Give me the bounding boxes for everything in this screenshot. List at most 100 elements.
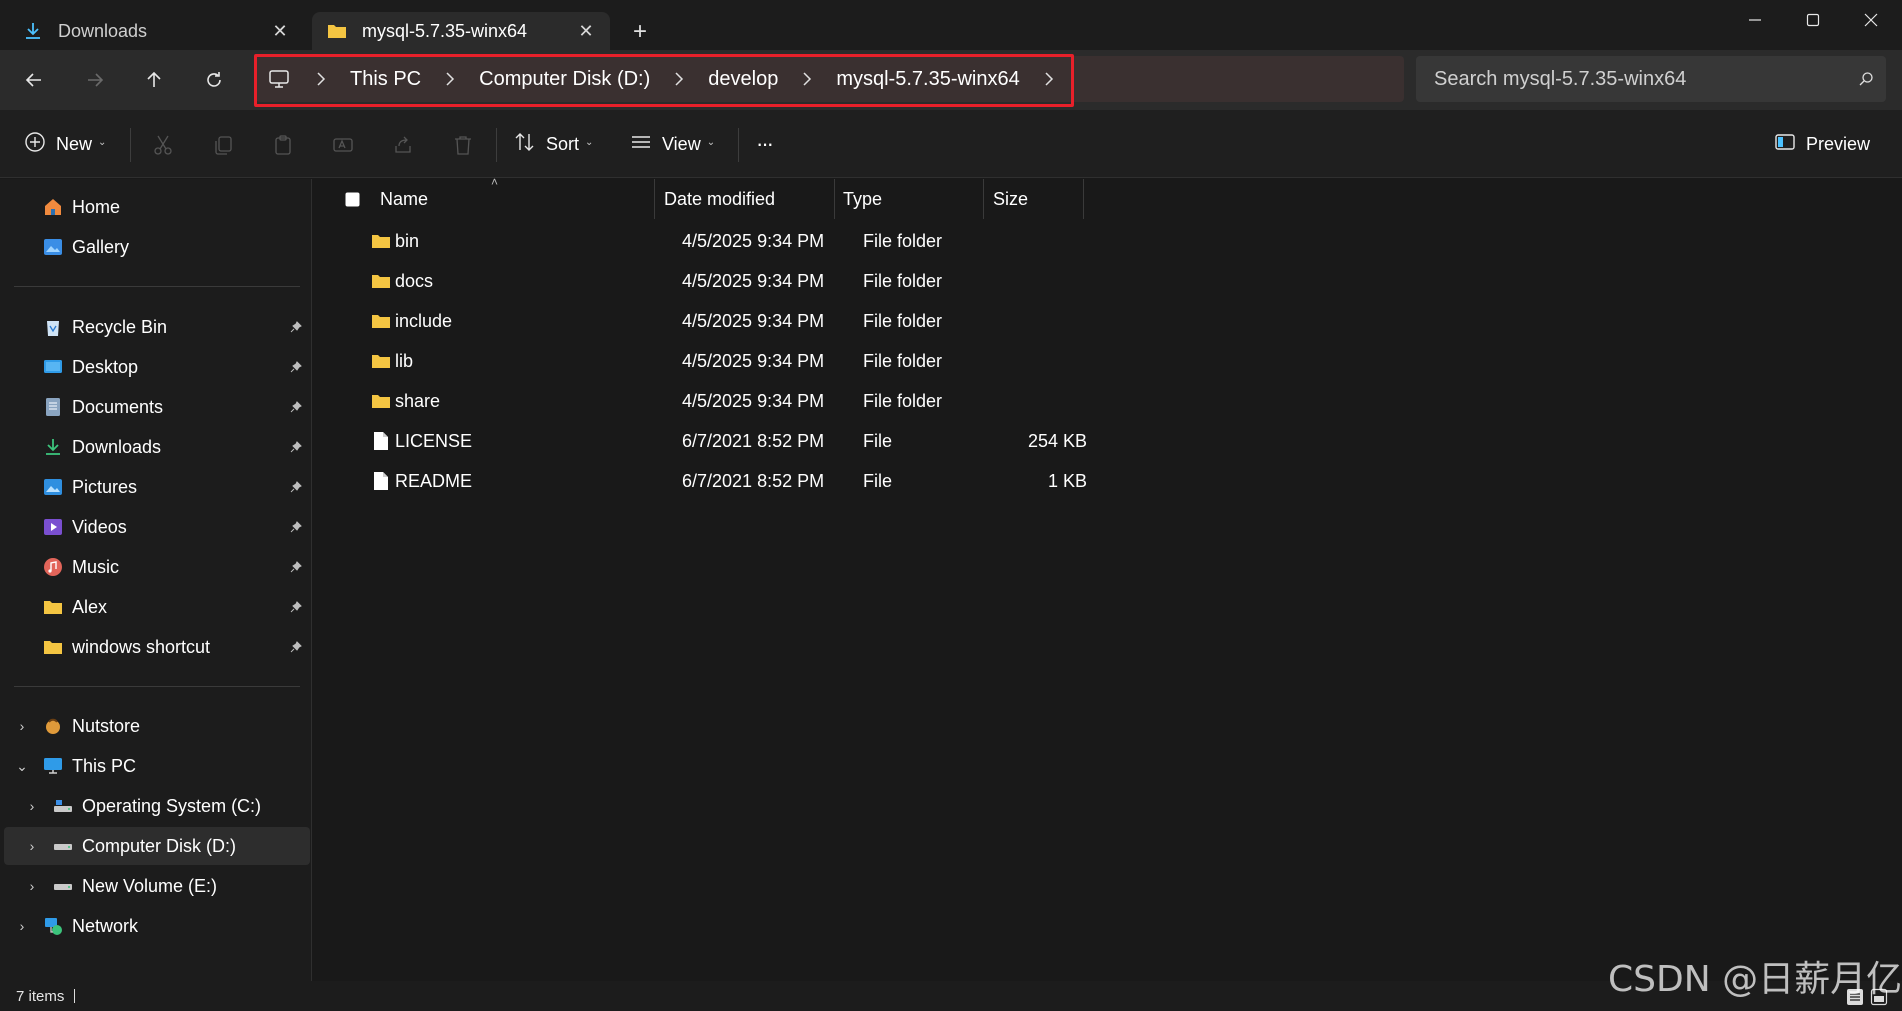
sidebar-item-drive-e[interactable]: › New Volume (E:) [0, 867, 310, 905]
drive-icon [52, 795, 74, 817]
sidebar-item-nutstore[interactable]: › Nutstore [0, 707, 310, 745]
sidebar-label: Alex [72, 596, 108, 617]
sidebar-item-downloads[interactable]: Downloads [0, 428, 310, 466]
chevron-down-icon[interactable]: ⌄ [12, 758, 32, 775]
pin-icon[interactable] [286, 361, 306, 373]
sidebar-item-desktop[interactable]: Desktop [0, 348, 310, 386]
sidebar-label: windows shortcut [72, 636, 211, 657]
pin-icon[interactable] [286, 321, 306, 333]
tab-downloads[interactable]: Downloads ✕ [8, 12, 304, 50]
sidebar-item-alex[interactable]: Alex [0, 588, 310, 626]
sidebar-item-windows-shortcut[interactable]: windows shortcut [0, 628, 310, 666]
videos-icon [42, 516, 64, 538]
column-header-size[interactable]: Size [993, 179, 1028, 219]
new-tab-button[interactable]: + [624, 16, 656, 48]
copy-icon[interactable] [210, 132, 236, 158]
pin-icon[interactable] [286, 561, 306, 573]
pin-icon[interactable] [286, 401, 306, 413]
column-divider[interactable] [1083, 179, 1084, 219]
table-row[interactable]: bin 4/5/2025 9:34 PM File folder [333, 221, 1393, 261]
view-list-icon [630, 131, 652, 158]
drive-icon [52, 875, 74, 897]
close-icon[interactable]: ✕ [572, 17, 600, 45]
sidebar-item-drive-c[interactable]: › Operating System (C:) [0, 787, 310, 825]
sidebar-item-network[interactable]: › Network [0, 907, 310, 945]
sidebar-item-gallery[interactable]: Gallery [0, 228, 310, 266]
file-name: lib [395, 350, 414, 371]
forward-button[interactable] [75, 60, 115, 100]
column-divider[interactable] [983, 179, 984, 219]
file-date: 6/7/2021 8:52 PM [682, 430, 825, 451]
file-date: 4/5/2025 9:34 PM [682, 390, 825, 411]
column-header-date[interactable]: Date modified [664, 179, 775, 219]
table-row[interactable]: docs 4/5/2025 9:34 PM File folder [333, 261, 1393, 301]
search-input[interactable]: Search mysql-5.7.35-winx64 [1434, 68, 1846, 91]
table-row[interactable]: include 4/5/2025 9:34 PM File folder [333, 301, 1393, 341]
window-close-button[interactable] [1842, 0, 1900, 40]
cut-icon[interactable] [150, 132, 176, 158]
share-icon[interactable] [390, 132, 416, 158]
chevron-right-icon[interactable]: › [12, 718, 32, 734]
table-row[interactable]: share 4/5/2025 9:34 PM File folder [333, 381, 1393, 421]
sidebar-item-documents[interactable]: Documents [0, 388, 310, 426]
paste-icon[interactable] [270, 132, 296, 158]
file-size: 254 KB [1027, 430, 1087, 451]
table-row[interactable]: LICENSE 6/7/2021 8:52 PM File 254 KB [333, 421, 1393, 461]
search-icon[interactable] [1846, 71, 1886, 87]
sidebar-label: Downloads [72, 436, 162, 457]
pin-icon[interactable] [286, 481, 306, 493]
nav-divider [14, 286, 300, 287]
column-header-type[interactable]: Type [843, 179, 882, 219]
more-options-button[interactable]: ··· [756, 124, 780, 164]
sidebar-item-pictures[interactable]: Pictures [0, 468, 310, 506]
view-button[interactable]: View ⌄ [630, 124, 715, 164]
rename-icon[interactable] [330, 132, 356, 158]
new-button[interactable]: New ⌄ [24, 124, 106, 164]
sidebar-item-this-pc[interactable]: ⌄ This PC [0, 747, 310, 785]
documents-icon [42, 396, 64, 418]
pin-icon[interactable] [286, 601, 306, 613]
file-size [993, 381, 1087, 421]
preview-button[interactable]: Preview [1774, 124, 1876, 164]
tab-mysql[interactable]: mysql-5.7.35-winx64 ✕ [312, 12, 610, 50]
chevron-right-icon[interactable]: › [22, 798, 42, 814]
divider [130, 128, 131, 162]
pin-icon[interactable] [286, 521, 306, 533]
table-row[interactable]: lib 4/5/2025 9:34 PM File folder [333, 341, 1393, 381]
sidebar-item-music[interactable]: Music [0, 548, 310, 586]
item-count: 7 items [16, 987, 65, 1005]
sidebar-item-videos[interactable]: Videos [0, 508, 310, 546]
sidebar-item-home[interactable]: Home [0, 188, 310, 226]
chevron-right-icon[interactable]: › [22, 878, 42, 894]
select-all-checkbox[interactable] [345, 179, 360, 219]
table-row[interactable]: README 6/7/2021 8:52 PM File 1 KB [333, 461, 1393, 501]
minimize-button[interactable] [1726, 0, 1784, 40]
pin-icon[interactable] [286, 641, 306, 653]
sort-button[interactable]: Sort ⌄ [514, 124, 593, 164]
home-icon [42, 196, 64, 218]
file-name: include [395, 310, 453, 331]
sidebar-item-drive-d[interactable]: › Computer Disk (D:) [4, 827, 310, 865]
close-icon[interactable]: ✕ [266, 17, 294, 45]
delete-icon[interactable] [450, 132, 476, 158]
sort-ascending-icon: ˄ [491, 175, 499, 189]
tab-label: mysql-5.7.35-winx64 [362, 20, 528, 41]
up-button[interactable] [134, 60, 174, 100]
sidebar-item-recycle-bin[interactable]: Recycle Bin [0, 308, 310, 346]
chevron-right-icon[interactable]: › [22, 838, 42, 854]
column-divider[interactable] [834, 179, 835, 219]
pin-icon[interactable] [286, 441, 306, 453]
maximize-button[interactable] [1784, 0, 1842, 40]
file-list: Name ˄ Date modified Type Size bin 4/5/2… [313, 175, 1902, 981]
file-date: 4/5/2025 9:34 PM [682, 230, 825, 251]
chevron-right-icon[interactable]: › [12, 918, 32, 934]
file-size [993, 261, 1087, 301]
column-divider[interactable] [654, 179, 655, 219]
refresh-button[interactable] [194, 60, 234, 100]
column-label: Size [993, 188, 1029, 209]
folder-icon [42, 596, 64, 618]
column-header-name[interactable]: Name [380, 179, 428, 219]
sidebar-label: Home [72, 196, 121, 217]
back-button[interactable] [14, 60, 54, 100]
search-box[interactable]: Search mysql-5.7.35-winx64 [1416, 56, 1886, 102]
